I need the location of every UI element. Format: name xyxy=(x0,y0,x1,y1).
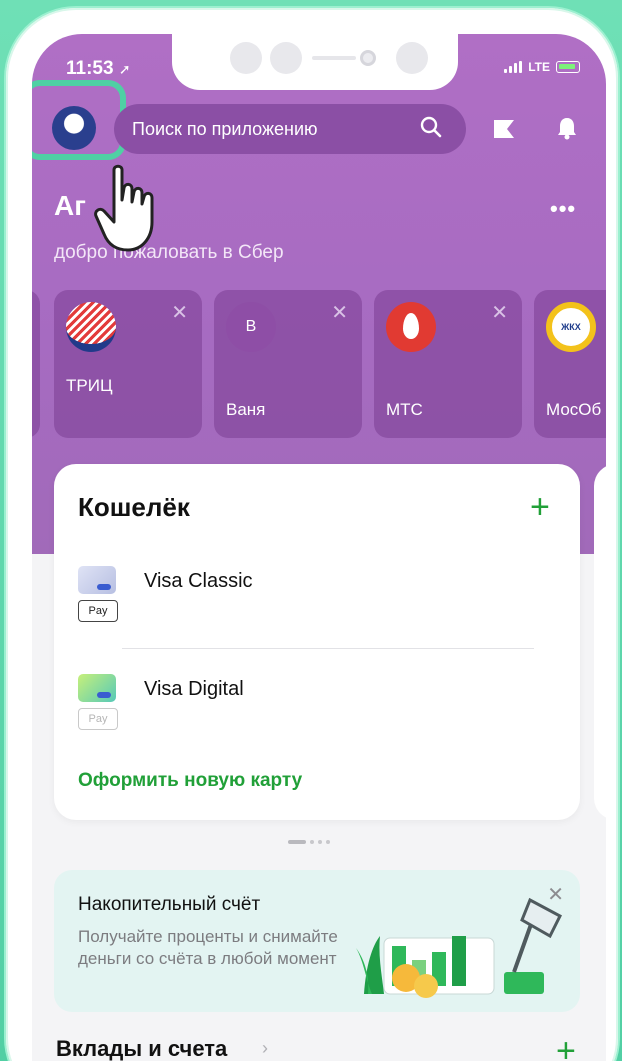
wallet-card-row[interactable]: Pay Visa Digital xyxy=(78,674,558,744)
pointing-hand-icon xyxy=(94,164,154,252)
notch-sensor xyxy=(230,42,262,74)
notch-sensor xyxy=(270,42,302,74)
app-screen: 11:53 ➚ LTE Поиск по приложению Аг добро… xyxy=(32,34,606,1061)
quick-payment-chip-trits[interactable]: ✕ ТРИЦ xyxy=(54,290,202,438)
mts-logo-icon xyxy=(386,302,436,352)
user-greeting-name: Аг xyxy=(54,190,86,221)
wallet-card-row[interactable]: Pay Visa Classic xyxy=(78,566,558,636)
next-card-peek[interactable] xyxy=(594,464,606,820)
profile-avatar[interactable] xyxy=(52,106,96,150)
chip-label: МТС xyxy=(386,400,423,419)
chip-label: ТРИЦ xyxy=(66,376,113,395)
network-label: LTE xyxy=(528,60,550,74)
flag-icon[interactable] xyxy=(492,118,516,140)
card-name: Visa Digital xyxy=(144,678,244,700)
notch-camera xyxy=(360,50,376,66)
notch-speaker xyxy=(312,56,356,60)
chip-label: МосОб xyxy=(546,400,602,419)
carousel-pager xyxy=(288,840,330,844)
deposits-section-title[interactable]: Вклады и счета xyxy=(56,1036,227,1061)
apple-pay-label: Pay xyxy=(88,713,108,725)
add-card-plus-icon[interactable]: + xyxy=(530,490,550,524)
visa-classic-card-icon xyxy=(78,566,116,594)
device-notch xyxy=(172,34,458,90)
new-card-link[interactable]: Оформить новую карту xyxy=(78,770,302,792)
battery-icon xyxy=(556,61,580,73)
apple-pay-label: Pay xyxy=(88,605,108,617)
add-deposit-plus-icon[interactable]: + xyxy=(556,1034,576,1061)
quick-payment-chip-zhkh[interactable]: ЖКХ МосОб xyxy=(534,290,606,438)
promo-title: Накопительный счёт xyxy=(78,894,261,915)
zhkh-logo-icon: ЖКХ xyxy=(546,302,596,352)
trits-logo-icon xyxy=(66,302,116,352)
savings-promo-banner[interactable]: Накопительный счёт Получайте проценты и … xyxy=(54,870,580,1012)
card-name: Visa Classic xyxy=(144,570,253,592)
quick-payments-row: ✕ ТРИЦ В ✕ Ваня ✕ МТС ЖКХ МосОб xyxy=(32,290,606,440)
wallet-card: Кошелёк + Pay Visa Classic Pay Visa Digi… xyxy=(54,464,580,820)
promo-illustration xyxy=(356,897,562,998)
status-indicators: LTE xyxy=(504,60,580,74)
status-time: 11:53 ➚ xyxy=(66,58,131,80)
contact-avatar-icon: В xyxy=(226,302,276,352)
wallet-divider xyxy=(122,648,534,649)
chevron-right-icon: › xyxy=(262,1038,268,1058)
search-bar[interactable]: Поиск по приложению xyxy=(114,104,466,154)
chip-close-icon[interactable]: ✕ xyxy=(491,300,508,325)
chip-label: Ваня xyxy=(226,400,266,419)
search-icon[interactable] xyxy=(420,116,442,138)
apple-pay-badge: Pay xyxy=(78,708,118,730)
signal-icon xyxy=(504,61,523,73)
bell-icon[interactable] xyxy=(556,116,578,140)
status-time-text: 11:53 xyxy=(66,58,114,79)
apple-pay-badge: Pay xyxy=(78,600,118,622)
welcome-text: добро пожаловать в Сбер xyxy=(54,242,284,263)
search-placeholder: Поиск по приложению xyxy=(132,118,318,139)
chip-close-icon[interactable]: ✕ xyxy=(171,300,188,325)
notch-sensor xyxy=(396,42,428,74)
visa-digital-card-icon xyxy=(78,674,116,702)
location-arrow-icon: ➚ xyxy=(118,61,131,77)
quick-payment-chip-mts[interactable]: ✕ МТС xyxy=(374,290,522,438)
quick-payment-chip-vanya[interactable]: В ✕ Ваня xyxy=(214,290,362,438)
wallet-title: Кошелёк xyxy=(78,492,190,522)
more-options-icon[interactable]: ••• xyxy=(550,196,576,222)
quick-payment-chip-partial[interactable] xyxy=(32,290,40,438)
chip-close-icon[interactable]: ✕ xyxy=(331,300,348,325)
promo-text: Получайте проценты и снимайте деньги со … xyxy=(78,927,338,968)
